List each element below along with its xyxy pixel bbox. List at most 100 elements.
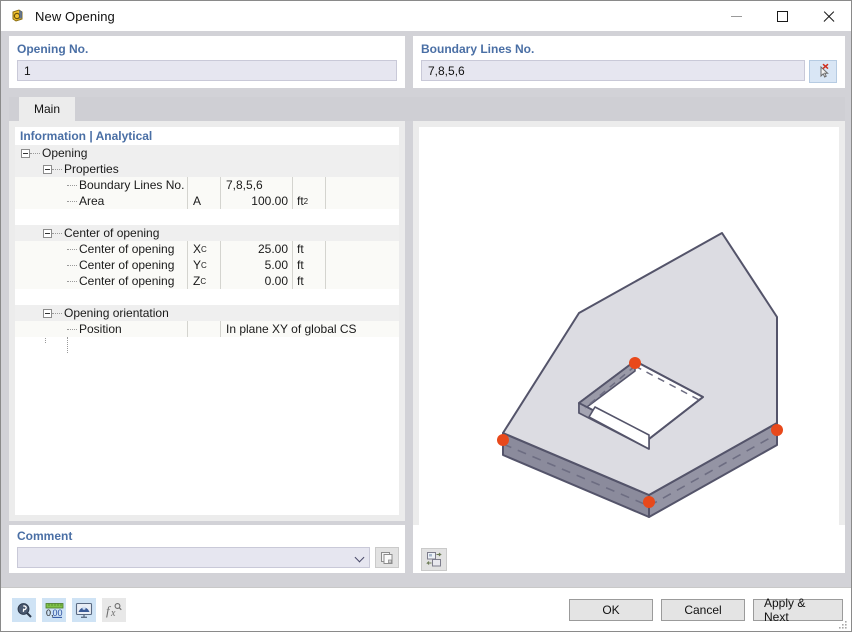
tree-row-label: Boundary Lines No. [79,178,185,192]
select-objects-cursor-icon[interactable] [809,60,837,83]
tree-row-label: Position [79,322,122,336]
maximize-icon [776,10,788,22]
tree-row-value: 100.00 [220,193,292,209]
comment-group: Comment [9,525,405,573]
tree-row-spacer [325,193,399,209]
info-magnifier-icon[interactable] [12,598,36,622]
table-row[interactable]: Properties [15,161,399,177]
tree-row-symbol [187,177,220,193]
node-marker [643,496,655,508]
tree-row-unit: ft [292,241,325,257]
tree-row-label: Center of opening [64,226,160,240]
table-row[interactable]: Opening orientation [15,305,399,321]
unit-exponent: 2 [303,196,309,206]
tree-row-label: Center of opening [79,274,175,288]
symbol-sub: C [201,260,207,270]
table-row[interactable]: Center of opening XC 25.00 ft [15,241,399,257]
tree-dash [67,200,77,202]
symbol-sub: C [200,276,207,286]
tree-row-unit: ft [292,273,325,289]
title-bar: New Opening [1,1,851,31]
decimal-places-icon[interactable]: 0, 00 [42,598,66,622]
tree-row-value: 7,8,5,6 [220,177,292,193]
node-marker [771,424,783,436]
tree-row-symbol: YC [187,257,220,273]
comment-label: Comment [17,529,73,543]
copy-pages-icon[interactable] [375,547,399,568]
transfer-import-export-icon[interactable] [421,548,447,571]
chevron-down-icon[interactable] [356,553,365,562]
table-row-blank [15,209,399,225]
information-panel: Information | Analytical Opening Propert… [9,121,405,521]
table-row[interactable]: Center of opening [15,225,399,241]
dialog-window: New Opening Opening No. 1 Boundary Lines… [0,0,852,632]
tree-row-value: 25.00 [220,241,292,257]
tree-dash [67,248,77,250]
tree-row-label: Opening orientation [64,306,169,320]
tree-dash [67,328,77,330]
tree-row-spacer [325,177,399,193]
tree-row-symbol: A [187,193,220,209]
opening-no-group: Opening No. 1 [9,36,405,88]
table-row[interactable]: Position In plane XY of global CS [15,321,399,337]
analytical-tree-table: Information | Analytical Opening Propert… [15,127,399,515]
tree-body: Opening Properties Boundary Lines No. 7,… [15,145,399,515]
tree-row-label: Properties [64,162,119,176]
tree-row-spacer [325,257,399,273]
maximize-button[interactable] [759,1,805,31]
cancel-button[interactable]: Cancel [661,599,745,621]
table-row[interactable]: Boundary Lines No. 7,8,5,6 [15,177,399,193]
resize-grip[interactable] [838,619,848,629]
3d-model-preview[interactable] [419,127,839,567]
tree-row-label: Area [79,194,105,208]
comment-input[interactable] [17,547,370,568]
tree-dash [67,184,77,186]
expander-icon[interactable] [43,228,52,238]
tree-row-symbol: ZC [187,273,220,289]
close-icon [822,10,835,23]
tree-row-value: In plane XY of global CS [220,321,399,337]
window-controls [713,1,851,31]
table-row[interactable]: Opening [15,145,399,161]
minimize-button[interactable] [713,1,759,31]
formula-fx-icon[interactable]: f x [102,598,126,622]
node-marker [629,357,641,369]
symbol-base: Z [193,274,201,288]
tool-icon-group: 0, 00 f x [12,598,126,622]
tree-dash [30,152,40,154]
table-row-blank [15,289,399,305]
tree-connector [67,337,68,353]
symbol-base: Y [193,258,202,272]
table-row[interactable]: Area A 100.00 ft 2 [15,193,399,209]
node-marker [497,434,509,446]
tree-row-label: Center of opening [79,242,175,256]
tree-dash [52,232,62,234]
tree-row-spacer [325,241,399,257]
table-row[interactable]: Center of opening YC 5.00 ft [15,257,399,273]
tree-dash [67,280,77,282]
window-title: New Opening [35,8,115,24]
tab-main[interactable]: Main [19,97,75,121]
tree-row-symbol: XC [187,241,220,257]
opening-no-input[interactable]: 1 [17,60,397,81]
symbol-sub: C [201,244,207,254]
opening-no-label: Opening No. [17,42,89,56]
transfer-group [413,525,845,573]
tree-row-unit: ft 2 [292,193,325,209]
boundary-lines-input[interactable]: 7,8,5,6 [421,60,805,81]
bottom-bar: 0, 00 f x OK Cancel Apply & Next [1,587,851,631]
tree-row-unit: ft [292,257,325,273]
table-row[interactable]: Center of opening ZC 0.00 ft [15,273,399,289]
expander-icon[interactable] [43,164,52,174]
expander-icon[interactable] [21,148,30,158]
tree-row-value: 5.00 [220,257,292,273]
apply-and-next-button[interactable]: Apply & Next [753,596,843,624]
ok-button[interactable]: OK [569,599,653,621]
tree-row-label: Opening [42,146,88,160]
close-button[interactable] [805,1,851,31]
tree-dash [67,264,77,266]
tab-strip: Main [9,97,845,121]
display-properties-icon[interactable] [72,598,96,622]
symbol-base: X [193,242,202,256]
expander-icon[interactable] [43,308,52,318]
